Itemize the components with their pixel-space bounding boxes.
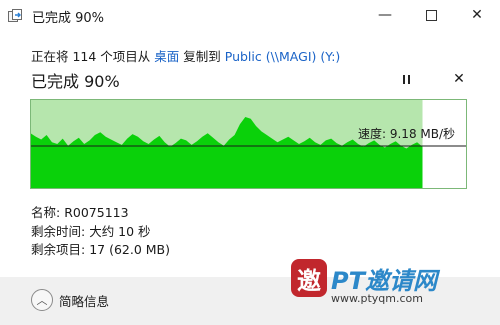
close-icon: ✕: [471, 7, 483, 23]
name-label: 名称:: [31, 205, 61, 220]
cancel-button[interactable]: ✕: [449, 69, 469, 89]
watermark-url: www.ptyqm.com: [331, 292, 423, 305]
chevron-up-icon: ︿: [36, 294, 48, 307]
transfer-speed-graph: [30, 99, 467, 189]
maximize-icon: [425, 9, 437, 21]
destination-link[interactable]: Public (\\MAGI) (Y:): [225, 49, 341, 64]
copy-middle: 复制到: [179, 49, 225, 64]
close-button[interactable]: ✕: [454, 0, 500, 30]
watermark-name: PT邀请网: [331, 267, 437, 295]
copy-prefix: 正在将 114 个项目从: [31, 49, 155, 64]
items-remaining-value: 17 (62.0 MB): [89, 242, 171, 257]
name-row: 名称: R0075113: [31, 204, 170, 223]
maximize-button[interactable]: [408, 0, 454, 30]
minimize-icon: —: [378, 7, 392, 23]
watermark: 邀 PT邀请网 www.ptyqm.com: [291, 259, 496, 323]
pause-icon: [402, 74, 410, 84]
time-remaining-label: 剩余时间:: [31, 223, 86, 239]
watermark-logo: 邀: [291, 259, 327, 297]
items-remaining-label: 剩余项目:: [31, 242, 86, 257]
minimize-button[interactable]: —: [362, 0, 408, 30]
progress-status: 已完成 90%: [31, 72, 120, 91]
fewer-details-button[interactable]: ︿: [31, 289, 53, 311]
pause-button[interactable]: [396, 69, 416, 89]
source-link[interactable]: 桌面: [154, 49, 179, 64]
copy-description: 正在将 114 个项目从 桌面 复制到 Public (\\MAGI) (Y:): [31, 46, 340, 65]
fewer-details-label[interactable]: 简略信息: [59, 291, 109, 310]
time-remaining-value: 大约 10 秒: [89, 223, 151, 239]
cancel-icon: ✕: [453, 71, 465, 87]
name-value: R0075113: [64, 205, 129, 220]
window-title: 已完成 90%: [32, 11, 105, 26]
details-panel: 名称: R0075113 剩余时间: 大约 10 秒 剩余项目: 17 (62.…: [31, 204, 170, 260]
items-remaining-row: 剩余项目: 17 (62.0 MB): [31, 241, 170, 260]
time-remaining-row: 剩余时间: 大约 10 秒: [31, 223, 170, 242]
speed-label: 速度: 9.18 MB/秒: [358, 127, 456, 141]
speed-graph-svg: [30, 99, 467, 189]
copy-files-icon: [8, 9, 22, 22]
title-bar: 已完成 90% — ✕: [0, 0, 500, 32]
